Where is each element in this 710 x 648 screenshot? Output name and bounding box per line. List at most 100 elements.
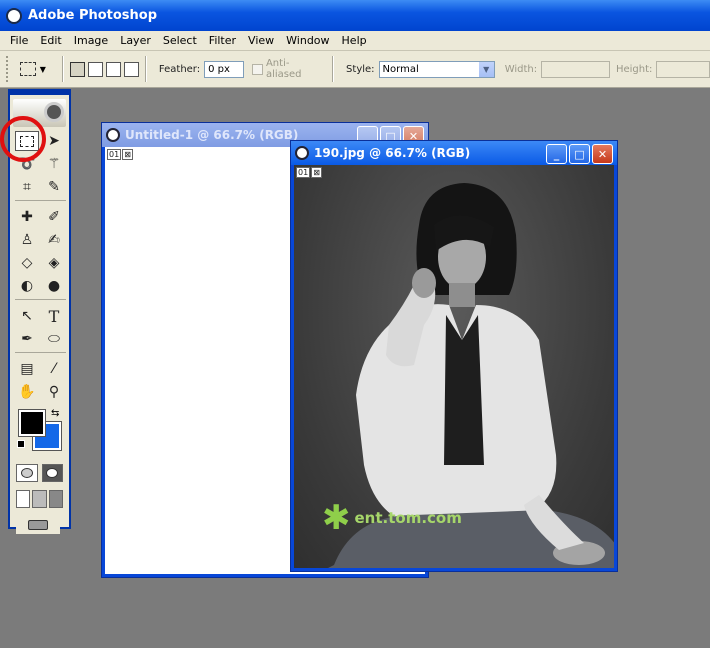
standard-screen-button[interactable]: [16, 490, 31, 508]
jump-to-imageready-button[interactable]: [16, 516, 60, 534]
menu-window[interactable]: Window: [280, 34, 335, 47]
status-badge: 01 ⊠: [296, 167, 322, 178]
height-label: Height:: [615, 63, 653, 75]
star-logo-icon: ✱: [322, 498, 351, 538]
brush-tool[interactable]: ✐: [42, 207, 66, 227]
shape-tool[interactable]: ⬭: [42, 329, 66, 349]
healing-brush-tool[interactable]: ✚: [15, 207, 39, 227]
brush-icon: ✐: [48, 209, 60, 225]
menu-help[interactable]: Help: [336, 34, 373, 47]
eyedropper-tool[interactable]: ⁄: [42, 359, 66, 379]
bucket-icon: ◈: [48, 255, 60, 271]
hand-icon: ✋: [18, 384, 36, 400]
hand-tool[interactable]: ✋: [15, 382, 39, 402]
slice-tool[interactable]: ✎: [42, 177, 66, 197]
anti-aliased-checkbox[interactable]: [252, 63, 263, 75]
photo-document-window[interactable]: 190.jpg @ 66.7% (RGB) _ □ ✕ 01 ⊠ ✱ ent.t…: [290, 140, 618, 572]
menu-layer[interactable]: Layer: [114, 34, 157, 47]
swap-colors-icon[interactable]: ⇆: [51, 408, 59, 419]
menu-file[interactable]: File: [4, 34, 34, 47]
divider: [15, 200, 66, 204]
close-button[interactable]: ✕: [592, 144, 613, 164]
highlight-circle: [0, 116, 46, 162]
tool-preset-picker[interactable]: ▼: [19, 57, 56, 81]
new-selection-button[interactable]: [69, 61, 85, 77]
magnifier-icon: ⚲: [48, 384, 60, 400]
ellipse-icon: ⬭: [48, 331, 60, 347]
subtract-from-selection-button[interactable]: [105, 61, 121, 77]
maximize-button[interactable]: □: [569, 144, 590, 164]
default-colors-icon[interactable]: [17, 440, 25, 448]
options-grip[interactable]: [6, 56, 12, 82]
menu-view[interactable]: View: [242, 34, 280, 47]
watermark: ✱ ent.tom.com: [322, 498, 462, 538]
badge-number: 01: [107, 149, 122, 160]
mask-mode-group: [10, 460, 69, 486]
style-value: Normal: [382, 63, 419, 75]
foreground-color[interactable]: [18, 409, 46, 437]
history-brush-tool[interactable]: ✍: [42, 230, 66, 250]
clone-stamp-tool[interactable]: ♙: [15, 230, 39, 250]
eye-icon: [44, 102, 64, 122]
path-selection-tool[interactable]: ↖: [15, 306, 39, 326]
menu-select[interactable]: Select: [157, 34, 203, 47]
style-select[interactable]: Normal ▼: [378, 60, 495, 78]
eraser-tool[interactable]: ◇: [15, 253, 39, 273]
arrow-icon: ↖: [21, 308, 33, 324]
untitled-window-title: Untitled-1 @ 66.7% (RGB): [125, 128, 299, 142]
quick-mask-icon: [46, 468, 59, 478]
move-icon: ➤: [48, 133, 60, 149]
add-to-selection-button[interactable]: [87, 61, 103, 77]
feather-input[interactable]: 0 px: [204, 60, 245, 78]
selection-mode-group: [69, 61, 139, 77]
minimize-button[interactable]: _: [546, 144, 567, 164]
divider: [61, 56, 64, 82]
screen-mode-group: [10, 486, 69, 512]
paint-bucket-tool[interactable]: ◈: [42, 253, 66, 273]
history-brush-icon: ✍: [48, 232, 60, 248]
watermark-text: ent.tom.com: [354, 509, 462, 527]
drop-icon: ◐: [20, 278, 34, 294]
pen-icon: ✒: [21, 331, 33, 347]
portrait-photo: 01 ⊠ ✱ ent.tom.com: [294, 165, 614, 568]
menu-filter[interactable]: Filter: [203, 34, 242, 47]
notes-tool[interactable]: ▤: [15, 359, 39, 379]
intersect-selection-button[interactable]: [123, 61, 139, 77]
height-input: [656, 60, 710, 78]
standard-mode-icon: [20, 468, 33, 478]
divider: [15, 299, 66, 303]
crop-tool[interactable]: ⌗: [15, 177, 39, 197]
menu-edit[interactable]: Edit: [34, 34, 67, 47]
width-label: Width:: [504, 63, 538, 75]
eyedropper-icon: ⁄: [52, 361, 56, 377]
menu-bar: File Edit Image Layer Select Filter View…: [0, 31, 710, 51]
app-title: Adobe Photoshop: [28, 8, 158, 23]
status-badge: 01 ⊠: [107, 149, 133, 160]
photo-canvas[interactable]: 01 ⊠ ✱ ent.tom.com: [294, 165, 614, 568]
photo-window-controls: _ □ ✕: [546, 144, 613, 164]
dodge-tool[interactable]: ●: [42, 276, 66, 296]
standard-mode-button[interactable]: [16, 464, 38, 482]
full-screen-button[interactable]: [48, 490, 63, 508]
slice-icon: ✎: [48, 179, 60, 195]
color-swatches: ⇆: [15, 406, 64, 456]
menu-image[interactable]: Image: [68, 34, 114, 47]
stamp-icon: ♙: [20, 232, 34, 248]
imageready-icon: [28, 520, 48, 530]
crop-icon: ⌗: [23, 179, 31, 195]
zoom-tool[interactable]: ⚲: [42, 382, 66, 402]
eraser-icon: ◇: [21, 255, 33, 271]
document-icon: [295, 146, 309, 160]
app-titlebar: Adobe Photoshop: [0, 0, 710, 31]
type-tool[interactable]: T: [42, 306, 66, 326]
style-label: Style:: [346, 63, 375, 75]
magic-wand-icon: ⚚: [47, 156, 61, 172]
magic-wand-tool[interactable]: ⚚: [42, 154, 66, 174]
pen-tool[interactable]: ✒: [15, 329, 39, 349]
full-screen-menu-button[interactable]: [32, 490, 47, 508]
photo-window-title: 190.jpg @ 66.7% (RGB): [314, 146, 471, 160]
anti-aliased-label: Anti-aliased: [265, 58, 302, 80]
document-icon: [106, 128, 120, 142]
quick-mask-button[interactable]: [41, 464, 63, 482]
blur-tool[interactable]: ◐: [15, 276, 39, 296]
